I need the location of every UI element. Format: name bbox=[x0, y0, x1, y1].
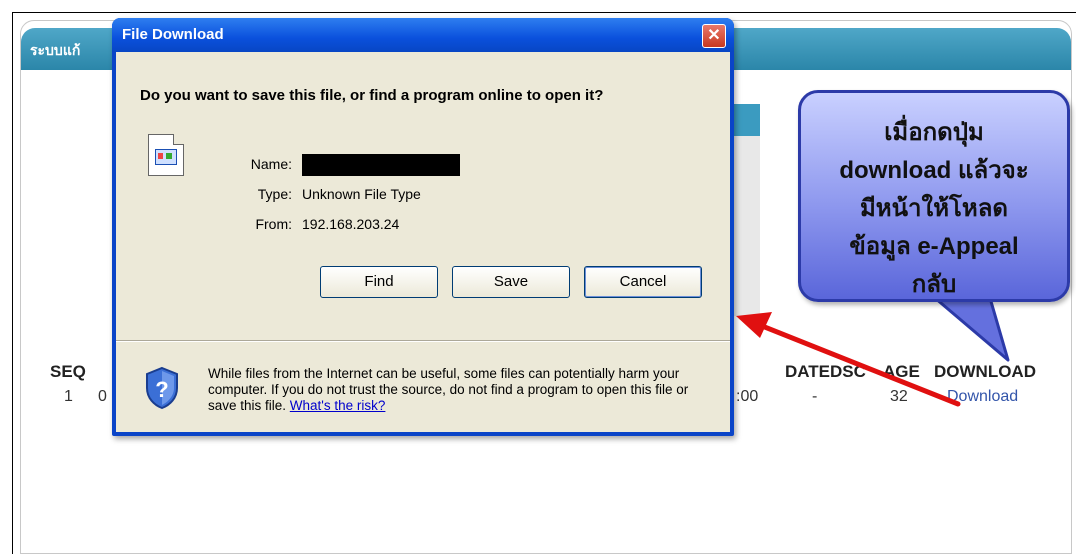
callout-line-5: กลับ bbox=[911, 271, 957, 298]
cell-seq: 1 bbox=[64, 388, 73, 405]
warning-text: While files from the Internet can be use… bbox=[208, 366, 708, 414]
whats-the-risk-link[interactable]: What's the risk? bbox=[290, 398, 386, 413]
column-datedsc: DATEDSC bbox=[785, 362, 866, 381]
callout-line-2: download แล้วจะ bbox=[839, 157, 1029, 184]
type-label: Type: bbox=[257, 186, 292, 202]
column-seq: SEQ bbox=[50, 362, 86, 381]
callout-line-3: มีหน้าให้โหลด bbox=[859, 195, 1009, 222]
dialog-title: File Download bbox=[122, 26, 224, 43]
file-icon bbox=[148, 134, 184, 176]
redacted-filename bbox=[302, 154, 460, 176]
download-link[interactable]: Download bbox=[947, 388, 1018, 406]
dialog-question: Do you want to save this file, or find a… bbox=[140, 87, 604, 104]
cell-age: 32 bbox=[890, 388, 908, 405]
callout-line-1: เมื่อกดปุ่ม bbox=[884, 119, 984, 146]
shield-icon: ? bbox=[146, 366, 178, 410]
file-download-dialog: File Download ✕ Do you want to save this… bbox=[112, 18, 734, 436]
type-value: Unknown File Type bbox=[302, 186, 421, 202]
callout-text: เมื่อกดปุ่ม download แล้วจะ มีหน้าให้โหล… bbox=[806, 114, 1062, 304]
find-button[interactable]: Find bbox=[320, 266, 438, 298]
from-value: 192.168.203.24 bbox=[302, 216, 400, 232]
cell-partial: 0 bbox=[98, 388, 107, 405]
cell-time: :00 bbox=[736, 388, 759, 405]
cancel-button[interactable]: Cancel bbox=[584, 266, 702, 298]
column-download: DOWNLOAD bbox=[934, 362, 1036, 381]
page-header-title: ระบบแก้ bbox=[30, 42, 81, 58]
svg-text:?: ? bbox=[155, 377, 168, 402]
dialog-body: Do you want to save this file, or find a… bbox=[116, 52, 730, 432]
dialog-divider bbox=[116, 340, 730, 342]
close-button[interactable]: ✕ bbox=[702, 24, 726, 48]
callout-line-4: ข้อมูล e-Appeal bbox=[849, 233, 1019, 260]
dialog-titlebar[interactable]: File Download ✕ bbox=[112, 18, 734, 52]
from-label: From: bbox=[255, 216, 292, 232]
column-age: AGE bbox=[883, 362, 920, 381]
cell-datedsc: - bbox=[812, 388, 818, 405]
name-label: Name: bbox=[250, 156, 292, 172]
save-button[interactable]: Save bbox=[452, 266, 570, 298]
warning-body: While files from the Internet can be use… bbox=[208, 366, 689, 413]
